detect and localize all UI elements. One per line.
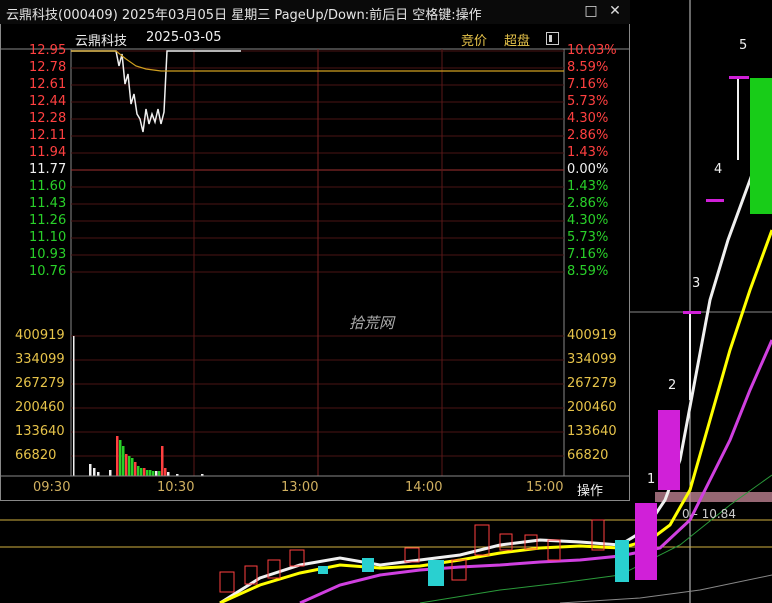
pct-tick-right: 1.43%	[567, 145, 609, 160]
pct-tick-right: 1.43%	[567, 179, 609, 194]
volume-bar	[119, 440, 122, 476]
volume-bar	[97, 472, 100, 476]
volume-bar	[131, 458, 134, 476]
volume-bar	[116, 436, 119, 476]
volume-tick-right: 267279	[567, 376, 617, 391]
pct-tick-right: 8.59%	[567, 264, 609, 279]
volume-tick-left: 267279	[15, 376, 65, 391]
pct-tick-right: 10.03%	[567, 43, 617, 58]
stock-name: 云鼎科技	[75, 34, 128, 49]
watermark: 拾荒网	[349, 314, 395, 332]
volume-tick-left: 334099	[15, 352, 65, 367]
volume-bar	[161, 446, 164, 476]
volume-bar	[89, 464, 92, 476]
auction-button[interactable]: 竞价	[461, 30, 487, 49]
volume-bar	[122, 446, 125, 476]
volume-tick-right: 400919	[567, 328, 617, 343]
volume-tick-right: 133640	[567, 424, 617, 439]
price-tick-left: 10.93	[29, 247, 67, 262]
volume-bar	[149, 470, 152, 476]
volume-tick-left: 133640	[15, 424, 65, 439]
volume-bar	[146, 470, 149, 476]
operate-button[interactable]: 操作	[577, 480, 603, 499]
price-tick-left: 12.61	[29, 77, 67, 92]
volume-bar	[140, 468, 143, 476]
pct-tick-right: 7.16%	[567, 77, 609, 92]
volume-bar	[137, 466, 140, 476]
window-title: 云鼎科技(000409) 2025年03月05日 星期三 PageUp/Down…	[6, 8, 482, 23]
volume-bar	[109, 470, 112, 476]
pct-tick-right: 4.30%	[567, 111, 609, 126]
price-tick-left: 12.28	[29, 111, 67, 126]
volume-bar	[155, 471, 158, 476]
volume-bar	[143, 468, 146, 476]
pct-tick-right: 5.73%	[567, 230, 609, 245]
time-tick: 15:00	[526, 480, 564, 495]
time-tick: 10:30	[157, 480, 195, 495]
price-tick-left: 12.95	[29, 43, 67, 58]
superboard-button[interactable]: 超盘	[504, 30, 530, 49]
marker-4: 4	[714, 162, 723, 177]
price-tick-left: 12.44	[29, 94, 67, 109]
volume-bar	[158, 471, 161, 476]
intraday-chart[interactable]	[1, 24, 629, 500]
volume-bar	[125, 454, 128, 476]
pct-tick-right: 2.86%	[567, 196, 609, 211]
volume-tick-left: 400919	[15, 328, 65, 343]
price-tick-left: 10.76	[29, 264, 67, 279]
volume-tick-left: 66820	[15, 448, 57, 463]
marker-5: 5	[739, 38, 748, 53]
volume-tick-right: 334099	[567, 352, 617, 367]
volume-tick-right: 66820	[567, 448, 609, 463]
volume-bar	[128, 456, 131, 476]
time-tick: 14:00	[405, 480, 443, 495]
panel-toggle-icon[interactable]	[546, 32, 559, 45]
marker-3: 3	[692, 276, 701, 291]
pct-tick-right: 2.86%	[567, 128, 609, 143]
chart-date: 2025-03-05	[146, 30, 222, 45]
volume-bar	[93, 468, 96, 476]
volume-bar	[164, 468, 167, 476]
volume-bar	[152, 471, 155, 476]
pct-tick-right: 4.30%	[567, 213, 609, 228]
price-label: 0 - 10.84	[682, 507, 736, 521]
pct-tick-right: 0.00%	[567, 162, 609, 177]
price-tick-left: 11.26	[29, 213, 67, 228]
price-tick-left: 12.11	[29, 128, 67, 143]
price-tick-left: 11.10	[29, 230, 67, 245]
price-tick-left: 12.78	[29, 60, 67, 75]
volume-tick-right: 200460	[567, 400, 617, 415]
pct-tick-right: 8.59%	[567, 60, 609, 75]
volume-bar	[167, 472, 170, 476]
volume-bar	[134, 462, 137, 476]
marker-2: 2	[668, 378, 677, 393]
volume-tick-left: 200460	[15, 400, 65, 415]
price-tick-left: 11.60	[29, 179, 67, 194]
pct-tick-right: 5.73%	[567, 94, 609, 109]
intraday-popup: 云鼎科技 2025-03-05 竞价 超盘 拾荒网 09:30 10:30 13…	[0, 24, 630, 501]
price-tick-left: 11.77	[29, 162, 67, 177]
close-icon[interactable]: ✕	[606, 3, 624, 19]
price-tick-left: 11.43	[29, 196, 67, 211]
restore-icon[interactable]: □	[582, 3, 600, 19]
time-tick: 13:00	[281, 480, 319, 495]
marker-1: 1	[647, 472, 656, 487]
time-tick: 09:30	[33, 480, 71, 495]
pct-tick-right: 7.16%	[567, 247, 609, 262]
volume-bar	[73, 336, 75, 476]
popup-titlebar[interactable]: 云鼎科技(000409) 2025年03月05日 星期三 PageUp/Down…	[0, 0, 630, 25]
price-tick-left: 11.94	[29, 145, 67, 160]
